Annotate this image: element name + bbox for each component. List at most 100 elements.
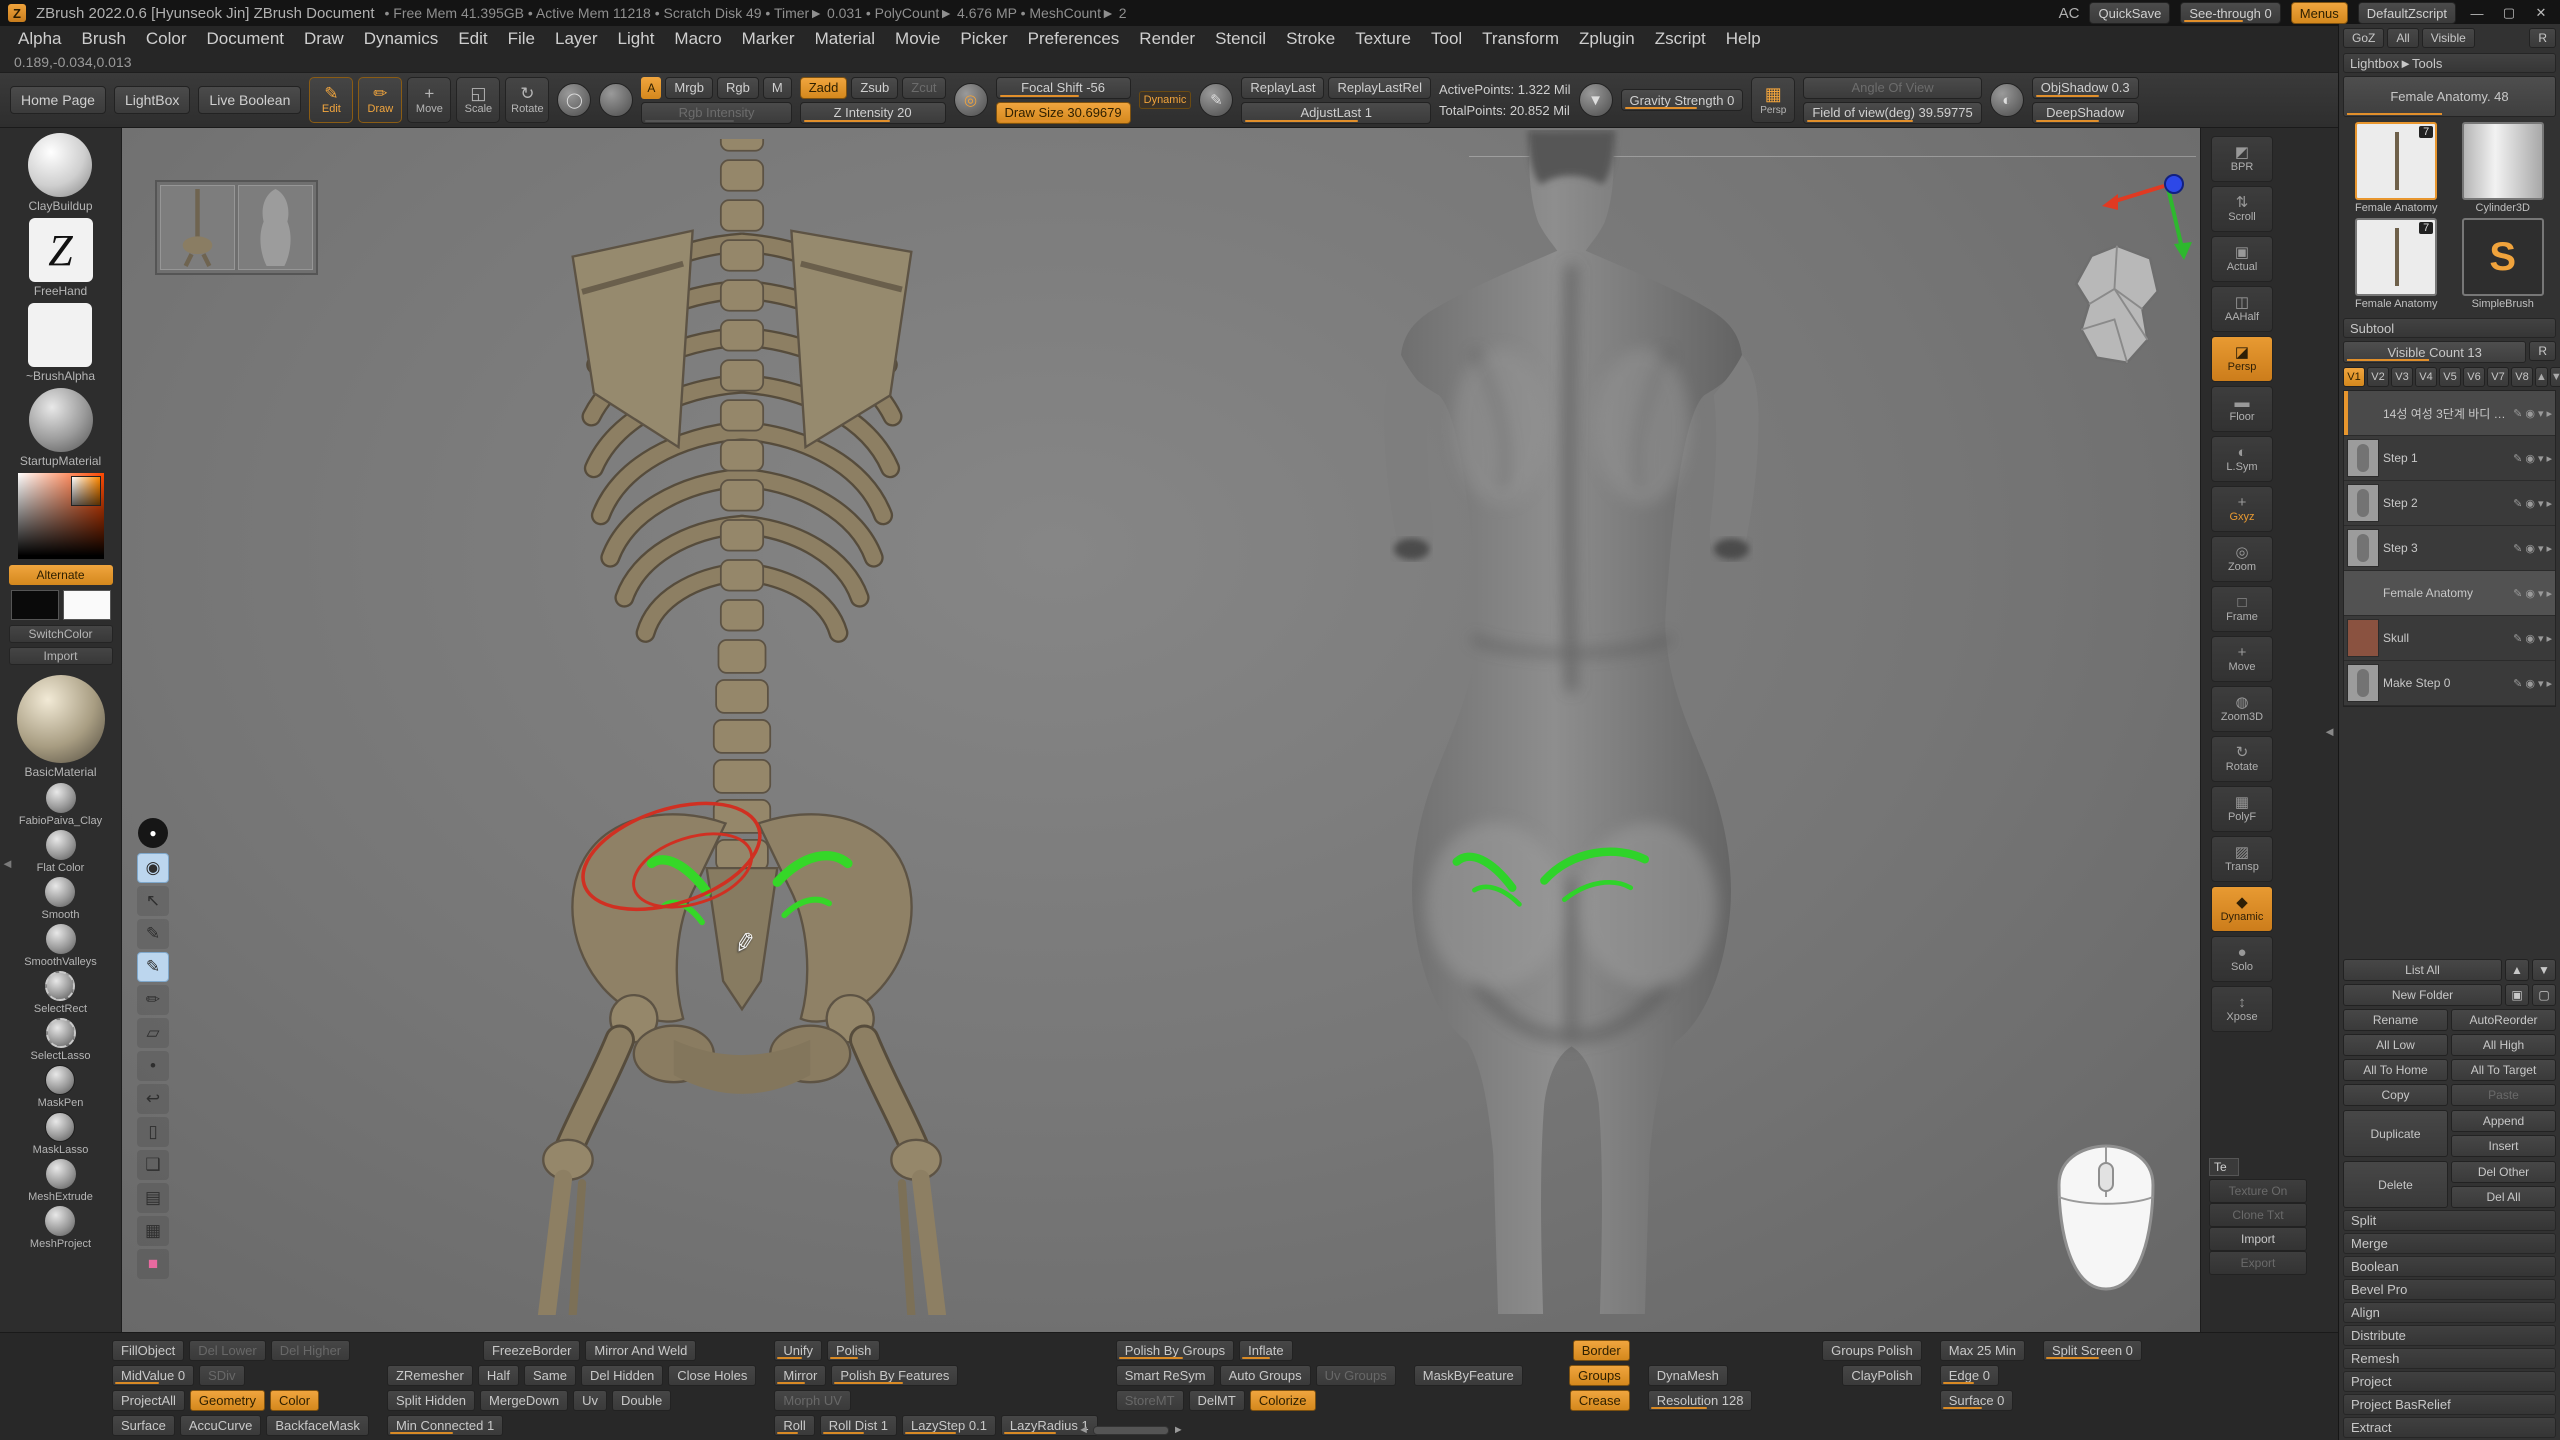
mode-button[interactable]: ◱ Scale bbox=[456, 77, 500, 123]
rgb-intensity-slider[interactable]: Rgb Intensity bbox=[641, 102, 791, 124]
subtool-collapse-icon[interactable]: ▾ bbox=[2538, 587, 2544, 600]
bottom-bar-button[interactable]: MergeDown bbox=[480, 1390, 568, 1411]
menu-item[interactable]: Preferences bbox=[1018, 29, 1130, 49]
shelf-button[interactable]: ◆ Dynamic bbox=[2211, 886, 2273, 932]
eraser-icon[interactable]: ▱ bbox=[137, 1018, 169, 1048]
home-page-button[interactable]: Home Page bbox=[10, 86, 106, 114]
subtool-section-row[interactable]: Extract bbox=[2343, 1417, 2556, 1438]
shelf-button[interactable]: ● Solo bbox=[2211, 936, 2273, 982]
subtool-section-row[interactable]: Split bbox=[2343, 1210, 2556, 1231]
scroll-left-icon[interactable]: ◄ bbox=[1078, 1424, 1089, 1436]
mode-button[interactable]: + Move bbox=[407, 77, 451, 123]
bottom-bar-button[interactable]: MidValue 0 bbox=[112, 1365, 194, 1386]
subtool-expand-icon[interactable]: ▸ bbox=[2546, 497, 2552, 510]
bottom-bar-button[interactable]: DelMT bbox=[1189, 1390, 1245, 1411]
m-button[interactable]: M bbox=[763, 77, 792, 99]
list-all-button[interactable]: List All bbox=[2343, 959, 2502, 981]
bottom-bar-button[interactable]: Colorize bbox=[1250, 1390, 1316, 1411]
menu-item[interactable]: Material bbox=[805, 29, 885, 49]
subtool-eye-icon[interactable]: ◉ bbox=[2525, 632, 2535, 645]
subtool-paint-icon[interactable]: ✎ bbox=[2513, 542, 2522, 555]
bottom-bar-button[interactable]: Split Screen 0 bbox=[2043, 1340, 2142, 1361]
menu-item[interactable]: Tool bbox=[1421, 29, 1472, 49]
tool-item[interactable]: Cylinder3D bbox=[2452, 122, 2555, 214]
sidebar-material-item[interactable]: MaskLasso bbox=[33, 1112, 89, 1156]
bottom-bar-button[interactable]: AccuCurve bbox=[180, 1415, 262, 1436]
bottom-bar-button[interactable]: Polish bbox=[827, 1340, 880, 1361]
bottom-bar-button[interactable]: Del Hidden bbox=[581, 1365, 663, 1386]
bottom-bar-button[interactable]: FillObject bbox=[112, 1340, 184, 1361]
draw-size-icon[interactable]: ◎ bbox=[954, 83, 988, 117]
subtool-scroll-down-icon[interactable]: ▼ bbox=[2550, 367, 2560, 387]
shelf-button[interactable]: □ Frame bbox=[2211, 586, 2273, 632]
mode-button[interactable]: ↻ Rotate bbox=[505, 77, 549, 123]
subtool-version-tab[interactable]: V7 bbox=[2487, 367, 2509, 387]
shelf-button[interactable]: ◎ Zoom bbox=[2211, 536, 2273, 582]
new-folder-button[interactable]: New Folder bbox=[2343, 984, 2502, 1006]
mode-button[interactable]: ✏ Draw bbox=[358, 77, 402, 123]
menu-item[interactable]: Help bbox=[1716, 29, 1771, 49]
subtool-version-tab[interactable]: V8 bbox=[2511, 367, 2533, 387]
tool-item[interactable]: 7 Female Anatomy bbox=[2345, 122, 2448, 214]
pen-icon[interactable]: ✎ bbox=[137, 952, 169, 982]
bottom-bar-button[interactable]: Min Connected 1 bbox=[387, 1415, 503, 1436]
delete-button[interactable]: Delete bbox=[2343, 1161, 2448, 1208]
zsub-button[interactable]: Zsub bbox=[851, 77, 898, 99]
alpha-brushalpha[interactable]: ~BrushAlpha bbox=[26, 303, 95, 383]
history-thumb-skeleton[interactable] bbox=[160, 185, 235, 270]
camera-head-gizmo[interactable] bbox=[2052, 238, 2182, 378]
menu-item[interactable]: Light bbox=[608, 29, 665, 49]
shelf-button[interactable]: ◐ L.Sym bbox=[2211, 436, 2273, 482]
objshadow-slider[interactable]: ObjShadow 0.3 bbox=[2032, 77, 2139, 99]
bottom-bar-button[interactable]: Half bbox=[478, 1365, 519, 1386]
subtool-eye-icon[interactable]: ◉ bbox=[2525, 452, 2535, 465]
subtool-paint-icon[interactable]: ✎ bbox=[2513, 632, 2522, 645]
menu-item[interactable]: Brush bbox=[71, 29, 135, 49]
shelf-button[interactable]: ↕ Xpose bbox=[2211, 986, 2273, 1032]
subtool-eye-icon[interactable]: ◉ bbox=[2525, 587, 2535, 600]
subtool-version-tab[interactable]: V4 bbox=[2415, 367, 2437, 387]
minimize-icon[interactable]: — bbox=[2466, 6, 2488, 21]
lightbox-button[interactable]: LightBox bbox=[114, 86, 190, 114]
subtool-action-button[interactable]: Rename bbox=[2343, 1009, 2448, 1031]
bottom-bar-button[interactable]: Uv Groups bbox=[1316, 1365, 1396, 1386]
bottom-bar-button[interactable]: Auto Groups bbox=[1220, 1365, 1311, 1386]
bottom-bar-button[interactable]: Split Hidden bbox=[387, 1390, 475, 1411]
clipboard-icon[interactable]: ▤ bbox=[137, 1183, 169, 1213]
bottom-bar-button[interactable]: Uv bbox=[573, 1390, 607, 1411]
shelf-button[interactable]: ▣ Actual bbox=[2211, 236, 2273, 282]
folder-icon[interactable]: ▣ bbox=[2505, 984, 2529, 1006]
replay-last-button[interactable]: ReplayLast bbox=[1241, 77, 1324, 99]
replay-last-rel-button[interactable]: ReplayLastRel bbox=[1328, 77, 1431, 99]
bottom-bar-button[interactable]: Del Higher bbox=[271, 1340, 350, 1361]
bottom-bar-button[interactable]: LazyStep 0.1 bbox=[902, 1415, 996, 1436]
bottom-bar-button[interactable]: Groups bbox=[1569, 1365, 1630, 1386]
subtool-version-tab[interactable]: V1 bbox=[2343, 367, 2365, 387]
deepshadow-slider[interactable]: DeepShadow bbox=[2032, 102, 2139, 124]
shelf-button[interactable]: ⇅ Scroll bbox=[2211, 186, 2273, 232]
shelf-button[interactable]: ▨ Transp bbox=[2211, 836, 2273, 882]
menu-item[interactable]: Edit bbox=[448, 29, 497, 49]
bottom-bar-button[interactable]: Surface bbox=[112, 1415, 175, 1436]
menu-item[interactable]: Layer bbox=[545, 29, 608, 49]
subtool-row[interactable]: 14성 여성 3단계 바디 각상 - [전완.. ✎ ◉ ▾ ▸ bbox=[2344, 391, 2555, 436]
left-divider-icon[interactable]: ◄ bbox=[1, 856, 14, 871]
subtool-version-tab[interactable]: V2 bbox=[2367, 367, 2389, 387]
del-other-button[interactable]: Del Other bbox=[2451, 1161, 2556, 1183]
select-cursor-icon[interactable]: ↖ bbox=[137, 886, 169, 916]
all-button[interactable]: All bbox=[2387, 28, 2418, 48]
subtool-expand-icon[interactable]: ▸ bbox=[2546, 677, 2552, 690]
quicksave-button[interactable]: QuickSave bbox=[2089, 2, 2170, 24]
spray-icon[interactable]: ● bbox=[138, 818, 168, 848]
bottom-bar-button[interactable]: Polish By Features bbox=[831, 1365, 958, 1386]
subtool-collapse-icon[interactable]: ▾ bbox=[2538, 407, 2544, 420]
subtool-action-button[interactable]: All Low bbox=[2343, 1034, 2448, 1056]
subtool-row[interactable]: Step 1 ✎ ◉ ▾ ▸ bbox=[2344, 436, 2555, 481]
persp-icon[interactable]: ▦ Persp bbox=[1751, 77, 1795, 123]
sidebar-material-item[interactable]: FabioPaiva_Clay bbox=[19, 783, 102, 827]
shelf-button[interactable]: + Gxyz bbox=[2211, 486, 2273, 532]
subtool-action-button[interactable]: Paste bbox=[2451, 1084, 2556, 1106]
bottom-bar-button[interactable]: Crease bbox=[1570, 1390, 1630, 1411]
alternate-button[interactable]: Alternate bbox=[9, 565, 113, 585]
subtool-paint-icon[interactable]: ✎ bbox=[2513, 452, 2522, 465]
